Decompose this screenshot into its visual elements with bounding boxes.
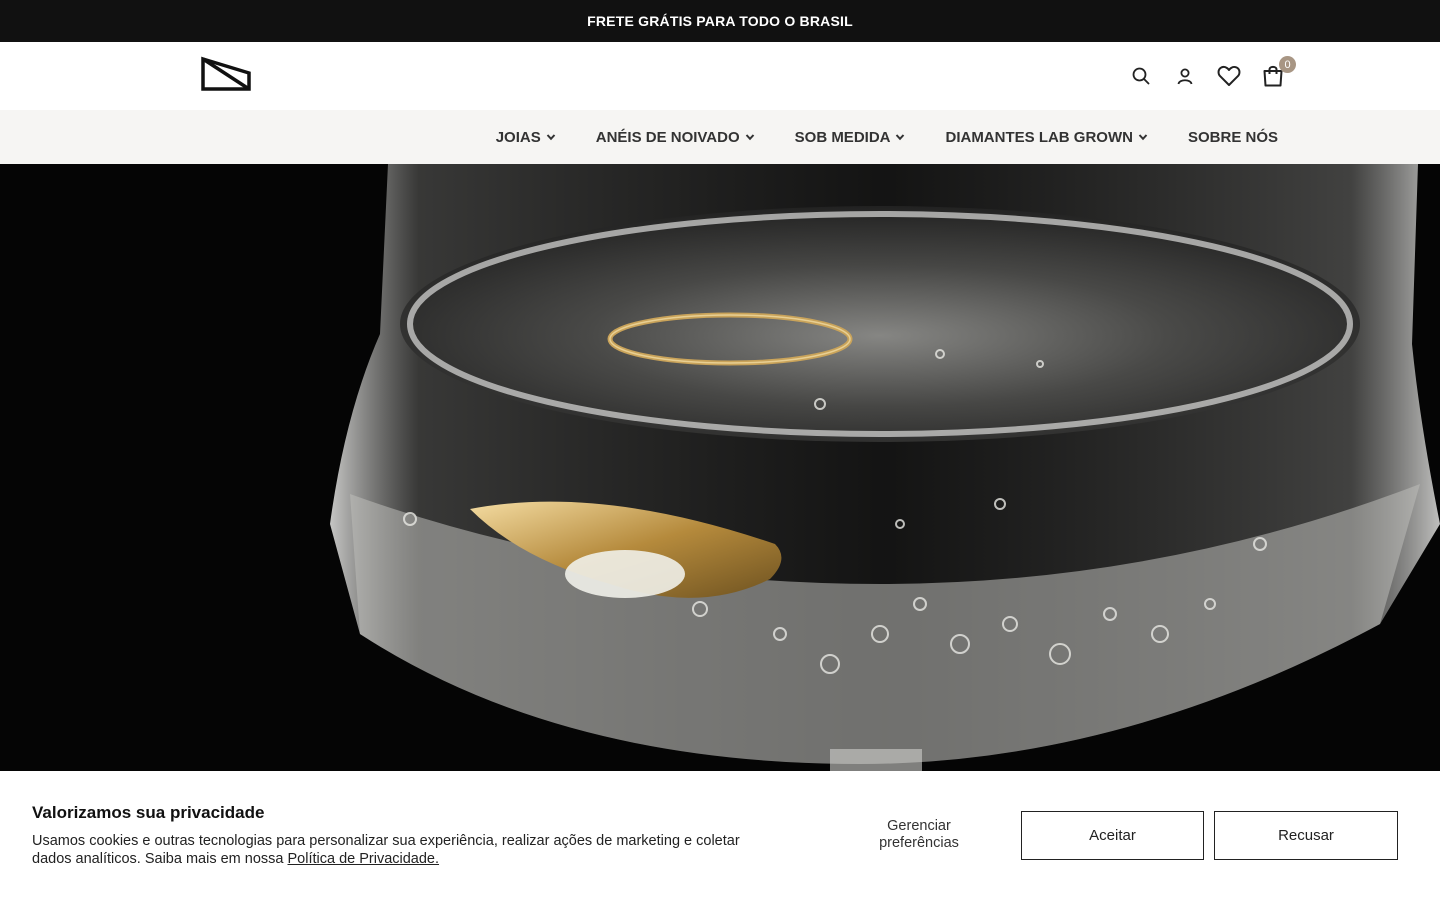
main-navigation: JOIAS ANÉIS DE NOIVADO SOB MEDIDA DIAMAN… <box>0 110 1440 164</box>
chevron-down-icon <box>745 134 754 141</box>
hero-glass-rings-image <box>0 164 1440 771</box>
site-header: 0 <box>0 42 1440 110</box>
manage-preferences-button[interactable]: Gerenciar preferências <box>858 818 980 852</box>
cookie-banner: Valorizamos sua privacidade Usamos cooki… <box>0 771 1440 900</box>
announcement-text: FRETE GRÁTIS PARA TODO O BRASIL <box>587 13 853 29</box>
chevron-down-icon <box>546 134 555 141</box>
bag-icon[interactable]: 0 <box>1260 56 1296 92</box>
nav-label: SOB MEDIDA <box>794 128 891 146</box>
user-icon[interactable] <box>1172 60 1198 92</box>
header-icons: 0 <box>1128 56 1296 92</box>
cart-count-badge: 0 <box>1279 56 1296 73</box>
nav-item-joias[interactable]: JOIAS <box>496 129 556 146</box>
accept-cookies-button[interactable]: Aceitar <box>1021 811 1204 860</box>
nav-item-aneis-de-noivado[interactable]: ANÉIS DE NOIVADO <box>596 129 755 146</box>
nav-label: SOBRE NÓS <box>1187 128 1278 146</box>
nav-label: JOIAS <box>495 128 541 146</box>
nav-item-diamantes-lab-grown[interactable]: DIAMANTES LAB GROWN <box>945 129 1148 146</box>
hero-image <box>0 164 1440 771</box>
nav-label: ANÉIS DE NOIVADO <box>595 128 740 146</box>
cookie-description: Usamos cookies e outras tecnologias para… <box>32 832 772 868</box>
reject-cookies-button[interactable]: Recusar <box>1214 811 1398 860</box>
nav-item-sob-medida[interactable]: SOB MEDIDA <box>795 129 906 146</box>
nav-label: DIAMANTES LAB GROWN <box>945 128 1133 146</box>
nav-item-sobre-nos[interactable]: SOBRE NÓS <box>1188 129 1278 146</box>
search-icon[interactable] <box>1128 60 1154 92</box>
announcement-bar: FRETE GRÁTIS PARA TODO O BRASIL <box>0 0 1440 42</box>
chevron-down-icon <box>896 134 905 141</box>
privacy-policy-link[interactable]: Política de Privacidade. <box>288 851 440 867</box>
cookie-title: Valorizamos sua privacidade <box>32 803 265 822</box>
heart-icon[interactable] <box>1216 60 1242 92</box>
logo-icon[interactable] <box>200 56 252 92</box>
chevron-down-icon <box>1138 134 1148 141</box>
